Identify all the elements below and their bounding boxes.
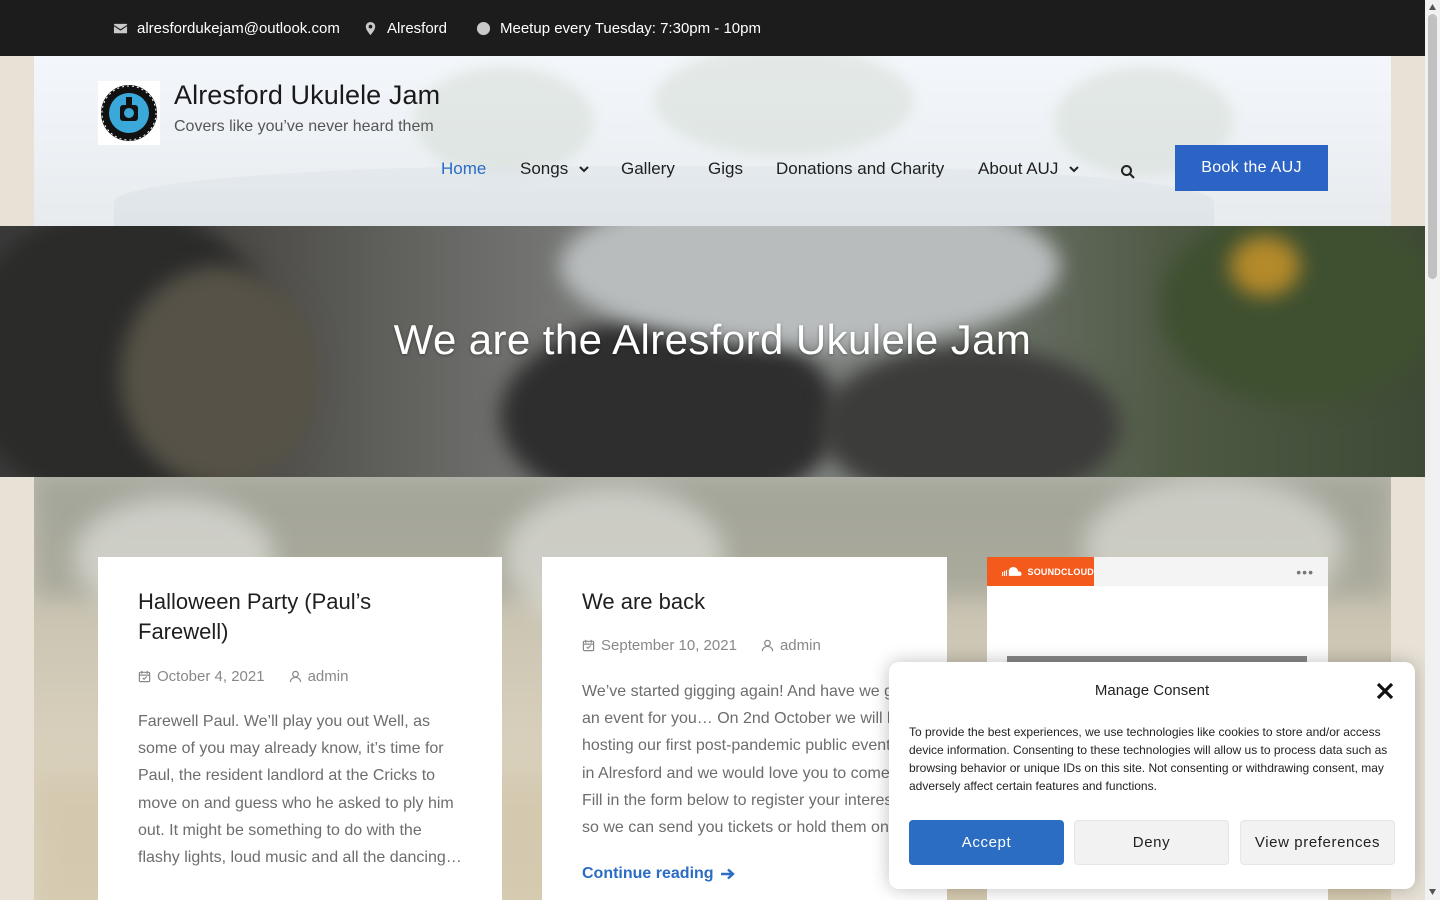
topbar-meetup: Meetup every Tuesday: 7:30pm - 10pm — [476, 0, 761, 56]
nav-songs[interactable]: Songs — [520, 159, 590, 179]
scrollbar-thumb[interactable] — [1428, 14, 1437, 279]
calendar-icon — [138, 670, 151, 683]
deny-button[interactable]: Deny — [1074, 820, 1229, 865]
topbar-email-text[interactable]: alresfordukejam@outlook.com — [137, 20, 340, 37]
soundcloud-badge-text: SOUNDCLOUD — [1027, 566, 1094, 577]
more-options-icon[interactable]: ••• — [1296, 564, 1314, 580]
top-info-bar: alresfordukejam@outlook.com Alresford Me… — [0, 0, 1425, 56]
site-tagline: Covers like you’ve never heard them — [174, 118, 434, 135]
search-icon[interactable] — [1120, 164, 1136, 180]
nav-songs-label: Songs — [520, 159, 569, 178]
topbar-email[interactable]: alresfordukejam@outlook.com — [113, 0, 340, 56]
map-pin-icon — [365, 21, 376, 35]
post-author[interactable]: admin — [308, 668, 349, 685]
post-card: Halloween Party (Paul’s Farewell) Octobe… — [98, 557, 502, 900]
post-meta: September 10, 2021 admin — [582, 637, 821, 654]
nav-gallery-label: Gallery — [621, 159, 675, 178]
soundcloud-badge[interactable]: SOUNDCLOUD — [987, 557, 1094, 586]
soundcloud-icon — [1001, 566, 1022, 576]
book-the-auj-button[interactable]: Book the AUJ — [1175, 145, 1328, 191]
site-title[interactable]: Alresford Ukulele Jam — [174, 80, 440, 111]
view-preferences-button[interactable]: View preferences — [1240, 820, 1395, 865]
envelope-icon — [113, 23, 128, 33]
scroll-up-icon[interactable] — [1428, 3, 1437, 11]
post-excerpt: Farewell Paul. We’ll play you out Well, … — [138, 713, 462, 867]
continue-reading-link[interactable]: Continue reading — [582, 865, 736, 883]
post-date[interactable]: September 10, 2021 — [601, 637, 737, 654]
consent-title: Manage Consent — [1094, 682, 1210, 699]
nav-about[interactable]: About AUJ — [978, 159, 1080, 179]
nav-donations[interactable]: Donations and Charity — [776, 159, 944, 179]
page-scrollbar[interactable] — [1425, 0, 1440, 900]
clock-icon — [476, 21, 491, 35]
chevron-down-icon — [579, 166, 589, 173]
post-excerpt: We’ve started gigging again! And have we… — [582, 683, 905, 837]
hero-title: We are the Alresford Ukulele Jam — [393, 316, 1032, 363]
user-icon — [289, 670, 301, 683]
post-meta: October 4, 2021 admin — [138, 668, 348, 685]
nav-gallery[interactable]: Gallery — [621, 159, 675, 179]
topbar-location-text: Alresford — [387, 19, 448, 37]
scroll-down-icon[interactable] — [1428, 888, 1437, 896]
close-icon[interactable] — [1375, 681, 1395, 701]
post-date[interactable]: October 4, 2021 — [157, 668, 265, 685]
nav-home[interactable]: Home — [441, 159, 486, 179]
consent-text: To provide the best experiences, we use … — [909, 725, 1388, 793]
site-header: Alresford Ukulele Jam Covers like you’ve… — [34, 56, 1391, 226]
hero-banner: We are the Alresford Ukulele Jam — [0, 226, 1425, 477]
site-logo[interactable] — [98, 81, 160, 145]
nav-gigs-label: Gigs — [708, 159, 743, 178]
user-icon — [761, 639, 774, 652]
cookie-consent-dialog: Manage Consent To provide the best exper… — [889, 662, 1415, 889]
arrow-right-icon — [720, 868, 735, 880]
topbar-meetup-text: Meetup every Tuesday: 7:30pm - 10pm — [500, 19, 761, 37]
nav-gigs[interactable]: Gigs — [708, 159, 743, 179]
post-title[interactable]: Halloween Party (Paul’s Farewell) — [138, 587, 458, 647]
chevron-down-icon — [1069, 166, 1080, 173]
topbar-location: Alresford — [363, 0, 447, 56]
accept-button[interactable]: Accept — [909, 820, 1064, 865]
post-title[interactable]: We are back — [582, 587, 705, 617]
nav-home-label: Home — [441, 159, 487, 178]
nav-donations-label: Donations and Charity — [776, 159, 945, 178]
post-card: We are back September 10, 2021 admin We’… — [542, 557, 947, 900]
calendar-icon — [582, 639, 595, 652]
continue-reading-label: Continue reading — [582, 865, 714, 882]
post-author[interactable]: admin — [780, 637, 821, 654]
nav-about-label: About AUJ — [978, 159, 1059, 178]
